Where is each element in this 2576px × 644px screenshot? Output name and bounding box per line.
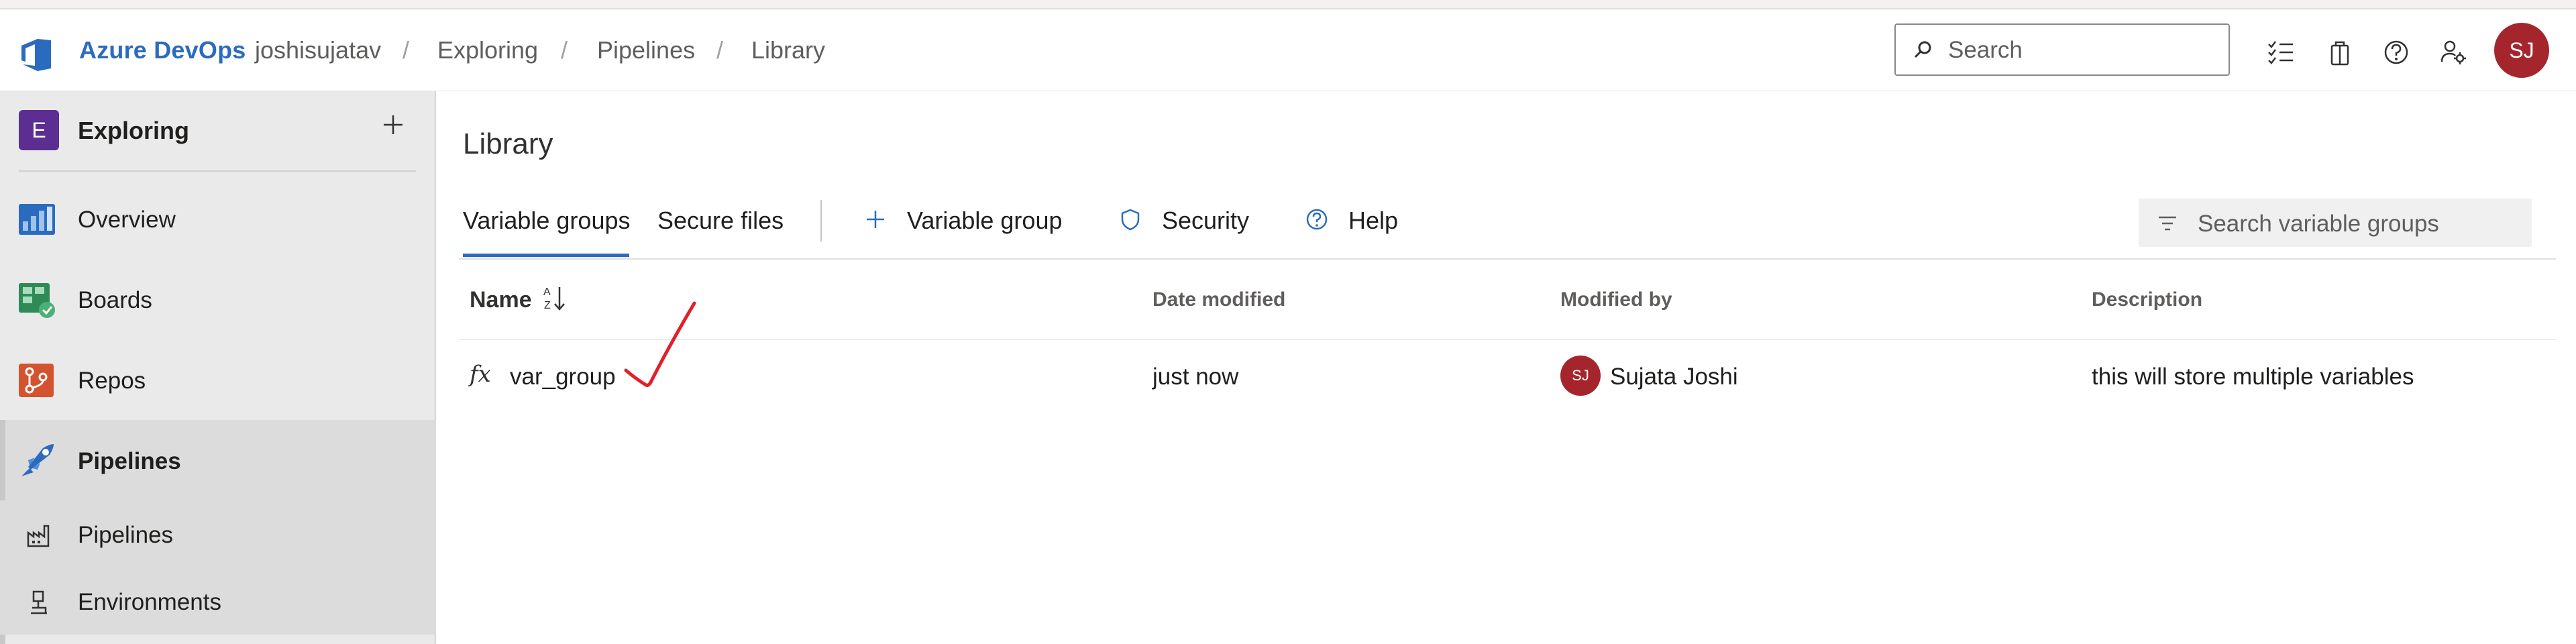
browser-top-strip [0,0,2576,9]
plus-icon[interactable] [863,207,888,232]
sidebar-subitem-pipelines[interactable]: Pipelines [0,500,436,568]
sidebar-subitem-label: Environments [78,589,221,615]
search-placeholder: Search [1948,37,2023,63]
shield-icon[interactable] [1118,207,1143,232]
column-header-modified-by[interactable]: Modified by [1560,288,1672,311]
toolbar-separator [820,200,822,241]
date-modified-cell: just now [1152,364,1239,390]
top-header: Azure DevOps joshisujatav / Exploring / … [0,11,2576,91]
variable-group-fx-icon: fx [470,361,491,388]
sort-ascending-icon[interactable]: A Z [542,284,566,313]
security-button[interactable]: Security [1162,207,1249,235]
breadcrumb-project[interactable]: Exploring [437,36,538,64]
column-header-description[interactable]: Description [2092,288,2202,311]
left-sidebar: E Exploring Overview Boards Repos Pipeli… [0,91,436,644]
breadcrumb-org[interactable]: joshisujatav [255,36,381,64]
page-title: Library [463,127,553,160]
sidebar-item-overview[interactable]: Overview [0,178,436,259]
sidebar-subitem-environments[interactable]: Environments [0,568,436,635]
tab-variable-groups[interactable]: Variable groups [463,207,631,235]
column-header-date-modified[interactable]: Date modified [1152,288,1285,311]
help-circle-icon[interactable] [1304,207,1330,232]
project-avatar[interactable]: E [19,110,59,150]
add-icon[interactable] [380,111,407,138]
sidebar-item-pipelines[interactable]: Pipelines [0,420,436,500]
environments-icon [31,590,47,614]
azure-devops-logo-icon[interactable] [19,35,58,74]
svg-text:A: A [543,286,551,298]
pipelines-sub-icon [27,525,50,547]
breadcrumb-separator: / [716,36,724,64]
breadcrumb-pipelines[interactable]: Pipelines [597,36,695,64]
sidebar-divider [19,170,416,172]
pipelines-icon [21,444,54,476]
sidebar-item-label: Repos [78,368,146,394]
svg-text:Z: Z [544,300,551,311]
breadcrumb-separator: / [561,36,568,64]
overview-icon [19,204,55,235]
breadcrumb-library[interactable]: Library [751,36,825,64]
brand-link[interactable]: Azure DevOps [79,36,246,64]
checklist-icon[interactable] [2266,38,2296,67]
modified-by-cell: Sujata Joshi [1610,364,1738,390]
filter-placeholder: Search variable groups [2198,211,2439,237]
breadcrumb-separator: / [402,36,410,64]
search-box[interactable]: Search [1894,23,2230,76]
boards-icon [19,283,55,318]
variable-group-name-link[interactable]: var_group [510,364,616,390]
column-header-name[interactable]: Name [470,287,532,313]
sidebar-item-repos[interactable]: Repos [0,339,436,420]
avatar: SJ [1560,356,1601,396]
description-cell: this will store multiple variables [2092,364,2414,390]
active-tab-indicator [463,254,629,257]
help-button[interactable]: Help [1348,207,1398,235]
user-avatar[interactable]: SJ [2494,23,2549,78]
help-icon[interactable] [2381,38,2411,67]
repos-icon [19,364,54,397]
header-row-divider [459,339,2556,340]
red-checkmark-annotation-icon [624,301,696,387]
shopping-bag-icon[interactable] [2325,38,2355,67]
search-icon [1914,41,1931,58]
filter-icon [2159,216,2176,231]
sidebar-item-label: Pipelines [78,448,181,474]
sidebar-item-label: Overview [78,207,176,233]
toolbar-divider [459,258,2556,260]
user-settings-icon[interactable] [2439,38,2469,67]
project-name[interactable]: Exploring [78,117,189,145]
sidebar-subitem-label: Pipelines [78,522,174,548]
add-variable-group-button[interactable]: Variable group [907,207,1063,235]
sidebar-item-label: Boards [78,287,152,313]
tab-secure-files[interactable]: Secure files [657,207,784,235]
search-variable-groups-input[interactable]: Search variable groups [2139,199,2532,247]
sidebar-item-boards[interactable]: Boards [0,259,436,339]
